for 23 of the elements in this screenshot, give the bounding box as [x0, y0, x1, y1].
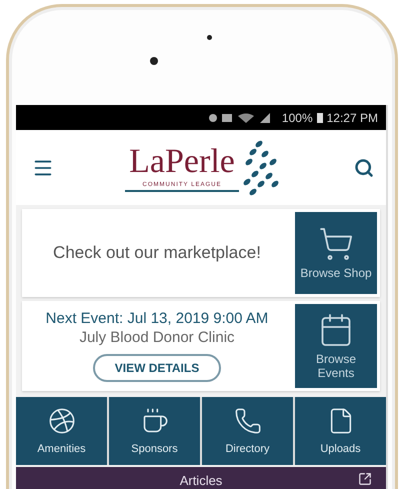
- event-heading: Next Event: Jul 13, 2019 9:00 AM: [46, 310, 268, 327]
- cart-icon: [318, 226, 354, 262]
- browse-events-button[interactable]: Browse Events: [295, 304, 377, 388]
- promo-text: Check out our marketplace!: [53, 243, 261, 263]
- phone-icon: [234, 407, 262, 435]
- menu-tile[interactable]: Sponsors: [109, 397, 200, 465]
- battery-text: 100%: [282, 110, 313, 124]
- external-link-icon: [358, 472, 372, 486]
- logo-title: LaPerle: [129, 144, 235, 180]
- menu-tile[interactable]: Amenities: [16, 397, 107, 465]
- articles-bar[interactable]: Articles: [16, 467, 386, 489]
- battery-icon: [316, 112, 323, 123]
- clock-text: 12:27 PM: [326, 110, 378, 124]
- camera-dot: [150, 57, 158, 65]
- menu-tile[interactable]: Uploads: [295, 397, 386, 465]
- event-name: July Blood Donor Clinic: [79, 329, 235, 346]
- speaker-dot: [207, 35, 212, 40]
- view-details-button[interactable]: VIEW DETAILS: [92, 354, 222, 382]
- browse-shop-button[interactable]: Browse Shop: [295, 212, 377, 294]
- menu-tile[interactable]: Directory: [202, 397, 293, 465]
- ball-icon: [48, 407, 76, 435]
- search-icon[interactable]: [354, 158, 374, 178]
- cup-icon: [140, 407, 168, 435]
